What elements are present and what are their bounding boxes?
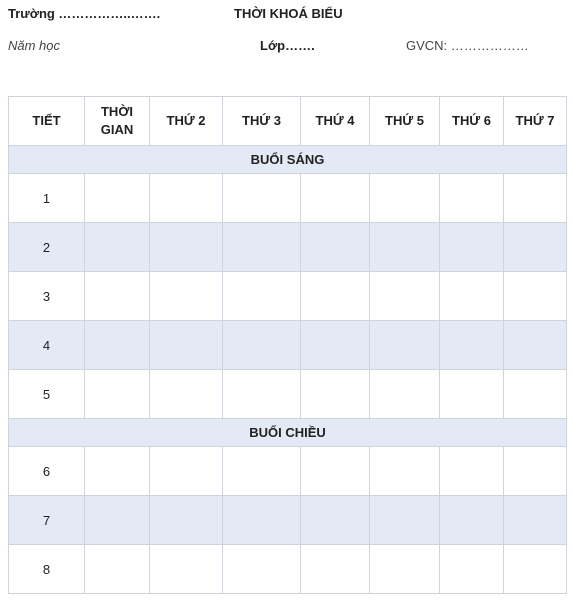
schedule-cell[interactable] bbox=[222, 222, 301, 272]
schedule-cell[interactable] bbox=[222, 446, 301, 496]
period-number: 5 bbox=[8, 369, 85, 419]
schedule-cell[interactable] bbox=[149, 320, 223, 370]
period-number: 1 bbox=[8, 173, 85, 223]
school-year-field: Năm học bbox=[8, 38, 61, 53]
schedule-cell[interactable] bbox=[149, 495, 223, 545]
table-row: 2 bbox=[8, 222, 567, 272]
col-header-thursday: THỨ 5 bbox=[369, 96, 440, 146]
schedule-cell[interactable] bbox=[503, 222, 567, 272]
period-number: 8 bbox=[8, 544, 85, 594]
schedule-cell[interactable] bbox=[149, 369, 223, 419]
schedule-cell[interactable] bbox=[369, 222, 440, 272]
schedule-cell[interactable] bbox=[222, 369, 301, 419]
col-header-tuesday: THỨ 3 bbox=[222, 96, 301, 146]
timetable-header-row: TIẾT THỜI GIAN THỨ 2 THỨ 3 THỨ 4 THỨ 5 T… bbox=[8, 96, 567, 146]
schedule-cell[interactable] bbox=[300, 173, 370, 223]
schedule-cell[interactable] bbox=[439, 222, 504, 272]
schedule-cell[interactable] bbox=[222, 544, 301, 594]
schedule-cell[interactable] bbox=[222, 173, 301, 223]
col-header-saturday: THỨ 7 bbox=[503, 96, 567, 146]
schedule-cell[interactable] bbox=[369, 446, 440, 496]
schedule-cell[interactable] bbox=[369, 320, 440, 370]
period-number: 6 bbox=[8, 446, 85, 496]
schedule-cell[interactable] bbox=[503, 495, 567, 545]
col-header-monday: THỨ 2 bbox=[149, 96, 223, 146]
table-row: 5 bbox=[8, 369, 567, 419]
schedule-cell[interactable] bbox=[300, 369, 370, 419]
schedule-cell[interactable] bbox=[149, 222, 223, 272]
time-cell[interactable] bbox=[84, 320, 150, 370]
col-header-period: TIẾT bbox=[8, 96, 85, 146]
schedule-cell[interactable] bbox=[149, 173, 223, 223]
schedule-cell[interactable] bbox=[300, 495, 370, 545]
col-header-friday: THỨ 6 bbox=[439, 96, 504, 146]
schedule-cell[interactable] bbox=[503, 446, 567, 496]
period-number: 3 bbox=[8, 271, 85, 321]
table-row: 3 bbox=[8, 271, 567, 321]
schedule-cell[interactable] bbox=[369, 369, 440, 419]
class-field: Lớp……. bbox=[260, 38, 315, 53]
time-cell[interactable] bbox=[84, 495, 150, 545]
schedule-cell[interactable] bbox=[149, 446, 223, 496]
schedule-cell[interactable] bbox=[503, 369, 567, 419]
schedule-cell[interactable] bbox=[503, 320, 567, 370]
schedule-cell[interactable] bbox=[300, 222, 370, 272]
schedule-cell[interactable] bbox=[369, 544, 440, 594]
session-row-morning: BUỔI SÁNG bbox=[8, 145, 567, 174]
schedule-cell[interactable] bbox=[439, 544, 504, 594]
col-header-time: THỜI GIAN bbox=[84, 96, 150, 146]
schedule-cell[interactable] bbox=[149, 271, 223, 321]
schedule-cell[interactable] bbox=[222, 320, 301, 370]
period-number: 2 bbox=[8, 222, 85, 272]
period-number: 4 bbox=[8, 320, 85, 370]
schedule-cell[interactable] bbox=[439, 495, 504, 545]
schedule-cell[interactable] bbox=[222, 271, 301, 321]
table-row: 4 bbox=[8, 320, 567, 370]
time-cell[interactable] bbox=[84, 173, 150, 223]
schedule-cell[interactable] bbox=[439, 173, 504, 223]
schedule-cell[interactable] bbox=[369, 495, 440, 545]
period-number: 7 bbox=[8, 495, 85, 545]
schedule-cell[interactable] bbox=[503, 173, 567, 223]
schedule-cell[interactable] bbox=[300, 544, 370, 594]
table-row: 7 bbox=[8, 495, 567, 545]
schedule-cell[interactable] bbox=[222, 495, 301, 545]
schedule-cell[interactable] bbox=[300, 446, 370, 496]
time-cell[interactable] bbox=[84, 544, 150, 594]
table-row: 8 bbox=[8, 544, 567, 594]
schedule-cell[interactable] bbox=[503, 271, 567, 321]
time-cell[interactable] bbox=[84, 222, 150, 272]
table-row: 1 bbox=[8, 173, 567, 223]
schedule-cell[interactable] bbox=[300, 271, 370, 321]
time-cell[interactable] bbox=[84, 271, 150, 321]
schedule-cell[interactable] bbox=[439, 369, 504, 419]
school-field: Trường ……………..……. bbox=[8, 6, 161, 21]
time-cell[interactable] bbox=[84, 369, 150, 419]
page-title: THỜI KHOÁ BIỂU bbox=[234, 6, 343, 21]
schedule-cell[interactable] bbox=[369, 173, 440, 223]
schedule-cell[interactable] bbox=[439, 271, 504, 321]
session-label-morning: BUỔI SÁNG bbox=[8, 145, 567, 174]
schedule-cell[interactable] bbox=[439, 320, 504, 370]
col-header-time-label: THỜI GIAN bbox=[100, 104, 134, 137]
schedule-cell[interactable] bbox=[369, 271, 440, 321]
schedule-cell[interactable] bbox=[503, 544, 567, 594]
table-row: 6 bbox=[8, 446, 567, 496]
schedule-cell[interactable] bbox=[300, 320, 370, 370]
time-cell[interactable] bbox=[84, 446, 150, 496]
session-row-afternoon: BUỔI CHIỀU bbox=[8, 418, 567, 447]
timetable: TIẾT THỜI GIAN THỨ 2 THỨ 3 THỨ 4 THỨ 5 T… bbox=[8, 96, 567, 594]
schedule-cell[interactable] bbox=[149, 544, 223, 594]
session-label-afternoon: BUỔI CHIỀU bbox=[8, 418, 567, 447]
homeroom-teacher-field: GVCN: ……………… bbox=[406, 38, 529, 53]
schedule-cell[interactable] bbox=[439, 446, 504, 496]
col-header-wednesday: THỨ 4 bbox=[300, 96, 370, 146]
